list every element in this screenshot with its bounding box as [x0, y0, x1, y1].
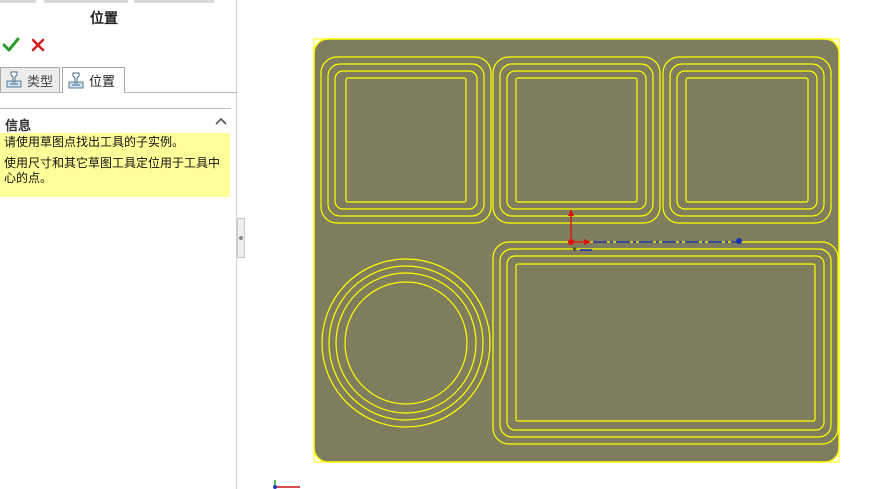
- tab-position[interactable]: 位置: [62, 67, 125, 93]
- panel-top-tabs: [0, 0, 237, 3]
- hole-wizard-icon: [6, 71, 22, 88]
- chevron-up-icon[interactable]: [214, 115, 228, 127]
- info-message-box: 请使用草图点找出工具的子实例。 使用尺寸和其它草图工具定位用于工具中心的点。: [0, 133, 230, 197]
- ok-button[interactable]: [2, 35, 20, 55]
- tab-position-label: 位置: [89, 75, 116, 90]
- info-section-header[interactable]: 信息: [0, 108, 231, 134]
- view-triad-icon: [273, 480, 300, 489]
- cross-icon: [31, 38, 45, 52]
- info-message: 请使用草图点找出工具的子实例。: [4, 135, 185, 149]
- property-manager: 位置 类型 位置 信息 请使用草图点找出工具的子实例。 使用尺寸和其它草图工具定…: [0, 0, 237, 489]
- info-section-title: 信息: [5, 119, 32, 134]
- info-message: 使用尺寸和其它草图工具定位用于工具中心的点。: [4, 156, 221, 185]
- graphics-viewport[interactable]: *: [238, 0, 874, 489]
- hole-wizard-icon: [68, 72, 84, 88]
- tab-bar: 类型 位置: [0, 67, 237, 93]
- cancel-button[interactable]: [29, 35, 47, 55]
- tab-type[interactable]: 类型: [0, 67, 60, 92]
- sketch-drawing[interactable]: *: [238, 0, 874, 489]
- checkmark-icon: [2, 37, 20, 52]
- tab-type-label: 类型: [27, 74, 54, 90]
- svg-text:*: *: [572, 246, 577, 257]
- panel-title: 位置: [90, 11, 118, 27]
